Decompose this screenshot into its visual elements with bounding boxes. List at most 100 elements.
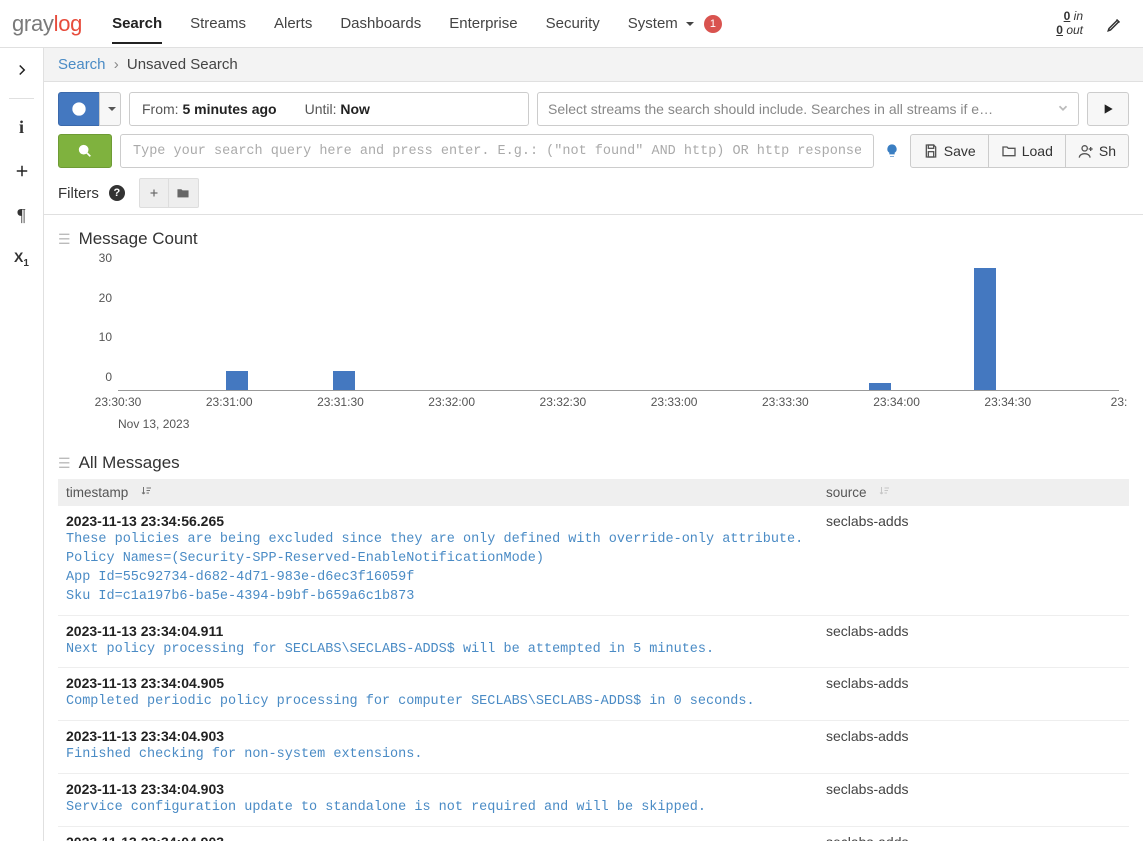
timerange-button-group [58, 92, 121, 126]
nav-tab-security[interactable]: Security [546, 3, 600, 44]
subscript-button[interactable]: X1 [10, 247, 34, 271]
add-filter-button[interactable] [139, 178, 169, 208]
nav-tab-dashboards[interactable]: Dashboards [340, 3, 421, 44]
table-row-body[interactable]: Next policy processing for SECLABS\SECLA… [58, 639, 1129, 668]
filters-help-button[interactable]: ? [109, 185, 125, 201]
play-icon [1100, 101, 1116, 117]
user-plus-icon [1078, 143, 1094, 159]
save-button[interactable]: Save [910, 134, 989, 168]
timerange-display[interactable]: From: 5 minutes ago Until: Now [129, 92, 529, 126]
notification-badge[interactable]: 1 [704, 15, 722, 33]
share-button[interactable]: Sh [1065, 134, 1129, 168]
table-row[interactable]: 2023-11-13 23:34:56.265 seclabs-adds [58, 506, 1129, 529]
message-source: seclabs-adds [826, 675, 909, 691]
message-source: seclabs-adds [826, 513, 909, 529]
chart-ytick: 0 [84, 370, 112, 384]
folder-icon [176, 186, 190, 200]
run-search-button[interactable] [1087, 92, 1129, 126]
table-row[interactable]: 2023-11-13 23:34:04.903 seclabs-adds [58, 774, 1129, 798]
x-sub-icon: X1 [14, 249, 29, 269]
chevron-right-icon [13, 61, 31, 79]
breadcrumb: Search › Unsaved Search [44, 48, 1143, 82]
drag-handle-icon[interactable]: ☰ [58, 455, 71, 472]
table-row[interactable]: 2023-11-13 23:34:04.905seclabs-adds [58, 668, 1129, 692]
info-button[interactable]: i [10, 115, 34, 139]
all-messages-panel: ☰ All Messages timestamp [58, 453, 1129, 841]
filters-label: Filters [58, 185, 99, 202]
nav-tab-system[interactable]: System [628, 3, 694, 44]
clock-icon [71, 101, 87, 117]
table-row[interactable]: 2023-11-13 23:34:04.911seclabs-adds [58, 615, 1129, 639]
save-icon [923, 143, 939, 159]
plus-icon [13, 162, 31, 180]
chart-xtick: 23:31:30 [317, 395, 364, 409]
table-row[interactable]: 2023-11-13 23:34:04.903seclabs-adds [58, 721, 1129, 745]
message-source: seclabs-adds [826, 623, 909, 639]
message-body: These policies are being excluded since … [66, 531, 1121, 607]
query-input[interactable] [120, 134, 874, 168]
message-source: seclabs-adds [826, 834, 909, 841]
pilcrow-icon: ¶ [17, 205, 25, 226]
table-row-body[interactable]: Finished checking for non-system extensi… [58, 744, 1129, 773]
chart-bar[interactable] [333, 371, 355, 391]
message-source: seclabs-adds [826, 781, 909, 797]
timerange-caret-button[interactable] [99, 92, 121, 126]
add-button[interactable] [10, 159, 34, 183]
chart-bar[interactable] [974, 268, 996, 391]
chart-xtick: 23:34:00 [873, 395, 920, 409]
nav-tab-enterprise[interactable]: Enterprise [449, 3, 517, 44]
table-row-body[interactable]: Service configuration update to standalo… [58, 797, 1129, 826]
chart-ytick: 30 [84, 251, 112, 265]
col-header-source[interactable]: source [818, 479, 1129, 506]
table-header-row: timestamp source [58, 479, 1129, 506]
sidebar: i ¶ X1 [0, 48, 44, 841]
stream-selector[interactable]: Select streams the search should include… [537, 92, 1079, 126]
timerange-clock-button[interactable] [58, 92, 100, 126]
chart-xtick: 23:33:30 [762, 395, 809, 409]
chart-xtick: 23:32:30 [540, 395, 587, 409]
caret-down-icon [686, 22, 694, 30]
query-help-button[interactable] [882, 134, 902, 168]
pencil-icon [1106, 15, 1124, 33]
edit-button[interactable] [1101, 10, 1129, 38]
nav-tab-search[interactable]: Search [112, 3, 162, 44]
message-timestamp: 2023-11-13 23:34:04.903 [66, 834, 224, 841]
message-body: Next policy processing for SECLABS\SECLA… [66, 641, 1121, 660]
chart-xtick: 23:30:30 [95, 395, 142, 409]
paragraph-button[interactable]: ¶ [10, 203, 34, 227]
expand-sidebar-button[interactable] [10, 58, 34, 82]
message-timestamp: 2023-11-13 23:34:56.265 [66, 513, 224, 529]
message-body: Completed periodic policy processing for… [66, 693, 1121, 712]
nav-tabs: Search Streams Alerts Dashboards Enterprise S… [112, 3, 694, 44]
drag-handle-icon[interactable]: ☰ [58, 231, 71, 248]
nav-tab-alerts[interactable]: Alerts [274, 3, 312, 44]
chart-ytick: 10 [84, 330, 112, 344]
filter-folder-button[interactable] [169, 178, 199, 208]
content-area: ☰ Message Count 010203023:30:3023:31:002… [44, 215, 1143, 841]
stream-placeholder: Select streams the search should include… [548, 101, 993, 117]
table-row-body[interactable]: These policies are being excluded since … [58, 529, 1129, 615]
throughput-indicator: 0 in 0 out [1056, 10, 1083, 36]
message-count-panel: ☰ Message Count 010203023:30:3023:31:002… [58, 229, 1129, 435]
table-row[interactable]: 2023-11-13 23:34:04.903 seclabs-adds [58, 827, 1129, 841]
info-icon: i [19, 117, 24, 138]
plus-icon [147, 186, 161, 200]
search-icon [77, 143, 93, 159]
breadcrumb-root[interactable]: Search [58, 56, 106, 73]
message-timestamp: 2023-11-13 23:34:04.903 [66, 728, 224, 744]
sort-desc-icon [140, 485, 152, 500]
sort-icon [878, 485, 890, 500]
nav-tab-streams[interactable]: Streams [190, 3, 246, 44]
load-button[interactable]: Load [988, 134, 1066, 168]
search-submit-button[interactable] [58, 134, 112, 168]
col-header-timestamp[interactable]: timestamp [58, 479, 818, 506]
message-body: Finished checking for non-system extensi… [66, 746, 1121, 765]
message-body: Service configuration update to standalo… [66, 799, 1121, 818]
chart-xtick: 23:34:30 [984, 395, 1031, 409]
brand-logo[interactable]: graylog [12, 11, 82, 37]
table-row-body[interactable]: Completed periodic policy processing for… [58, 691, 1129, 720]
caret-down-icon [108, 107, 116, 115]
chart-ytick: 20 [84, 291, 112, 305]
message-timestamp: 2023-11-13 23:34:04.903 [66, 781, 224, 797]
chart-bar[interactable] [226, 371, 248, 391]
